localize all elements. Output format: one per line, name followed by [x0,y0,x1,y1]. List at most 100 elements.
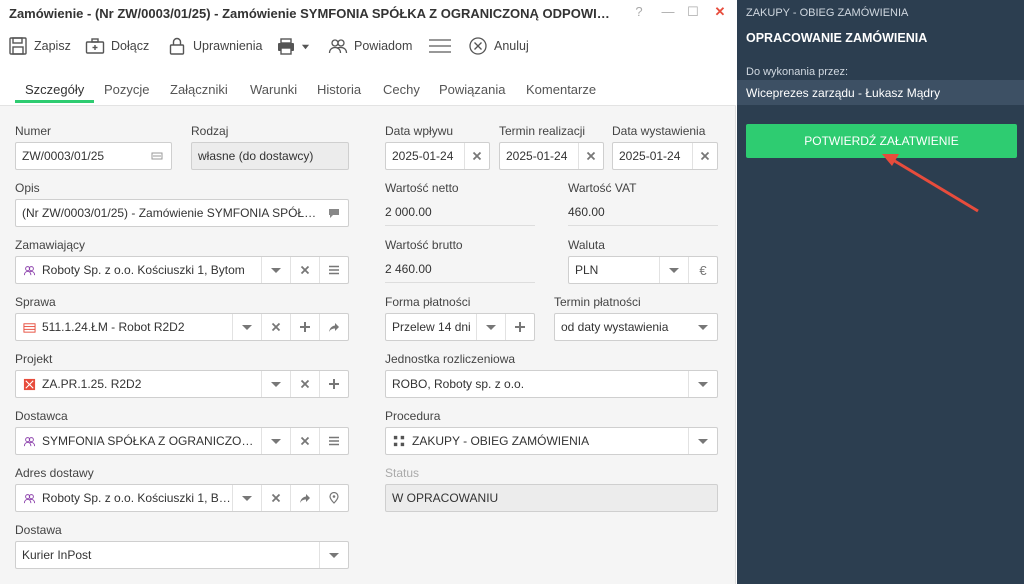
jednostka-value: ROBO, Roboty sp. z o.o. [392,377,525,391]
termin-platnosci-field[interactable]: od daty wystawienia [554,313,718,341]
chevron-down-icon[interactable] [688,314,717,340]
tab-cechy[interactable]: Cechy [383,82,420,97]
procedura-value: ZAKUPY - OBIEG ZAMÓWIENIA [412,434,590,448]
jednostka-label: Jednostka rozliczeniowa [385,352,516,366]
sprawa-field[interactable]: 511.1.24.ŁM - Robot R2D2 [15,313,349,341]
chevron-down-icon[interactable] [659,257,688,283]
users-icon [22,491,36,505]
rodzaj-field: własne (do dostawcy) [191,142,349,170]
opis-field[interactable]: (Nr ZW/0003/01/25) - Zamówienie SYMFONIA… [15,199,349,227]
share-icon[interactable] [319,314,348,340]
invite-button[interactable]: Powiadom [328,34,412,58]
projekt-field[interactable]: ZA.PR.1.25. R2D2 [15,370,349,398]
chevron-down-icon[interactable] [232,314,261,340]
chevron-down-icon[interactable] [232,485,261,511]
clear-icon[interactable] [261,485,290,511]
minimize-button[interactable]: — [660,4,676,20]
adres-field[interactable]: Roboty Sp. z o.o. Kościuszki 1, Byt... [15,484,349,512]
forma-label: Forma płatności [385,295,471,309]
chevron-down-icon[interactable] [688,371,717,397]
termin-platnosci-label: Termin płatności [554,295,641,309]
maximize-button[interactable]: ☐ [685,4,701,20]
cancel-circle-icon [469,37,487,55]
termin-realizacji-field[interactable]: 2025-01-24 [499,142,604,170]
clear-icon[interactable] [578,143,603,169]
close-button[interactable]: ✕ [712,4,728,20]
sprawa-label: Sprawa [15,295,56,309]
dostawa-label: Dostawa [15,523,62,537]
permissions-button[interactable]: Uprawnienia [167,34,262,58]
tab-powiazania[interactable]: Powiązania [439,82,506,97]
chevron-down-icon[interactable] [261,371,290,397]
permissions-label: Uprawnienia [193,39,263,53]
attach-button[interactable]: Dołącz [85,34,149,58]
workflow-icon [392,434,406,448]
data-wplywu-field[interactable]: 2025-01-24 [385,142,490,170]
zamawiajacy-field[interactable]: Roboty Sp. z o.o. Kościuszki 1, Bytom [15,256,349,284]
numer-value: ZW/0003/01/25 [22,149,105,163]
forma-value: Przelew 14 dni [392,320,471,334]
help-button[interactable]: ? [631,4,647,20]
zamawiajacy-value: Roboty Sp. z o.o. Kościuszki 1, Bytom [42,263,245,277]
clear-icon[interactable] [290,257,319,283]
tab-komentarze[interactable]: Komentarze [526,82,596,97]
list-icon[interactable] [319,428,348,454]
brutto-underline [385,282,535,283]
add-icon[interactable] [290,314,319,340]
jednostka-field[interactable]: ROBO, Roboty sp. z o.o. [385,370,718,398]
opis-label: Opis [15,181,40,195]
procedura-field[interactable]: ZAKUPY - OBIEG ZAMÓWIENIA [385,427,718,455]
zamawiajacy-label: Zamawiający [15,238,86,252]
location-pin-icon[interactable] [319,485,348,511]
dostawa-field[interactable]: Kurier InPost [15,541,349,569]
toolbar: Zapisz Dołącz Uprawnienia Powiadom Anulu… [0,26,736,66]
share-icon[interactable] [290,485,319,511]
procedura-label: Procedura [385,409,441,423]
netto-underline [385,225,535,226]
print-button[interactable] [275,34,310,58]
users-icon [328,39,348,54]
clear-icon[interactable] [261,314,290,340]
add-icon[interactable] [319,371,348,397]
assignee-label: Do wykonania przez: [746,66,849,78]
list-icon[interactable] [319,257,348,283]
projekt-label: Projekt [15,352,53,366]
menu-button[interactable] [428,34,452,58]
tab-historia[interactable]: Historia [317,82,361,97]
save-label: Zapisz [34,39,71,53]
chevron-down-icon[interactable] [476,314,505,340]
tab-szczegoly[interactable]: Szczegóły [25,82,84,97]
clear-icon[interactable] [290,428,319,454]
clear-icon[interactable] [692,143,717,169]
chevron-down-icon[interactable] [688,428,717,454]
confirm-button[interactable]: POTWIERDŹ ZAŁATWIENIE [746,124,1017,158]
tab-zalaczniki[interactable]: Załączniki [170,82,228,97]
termin-realizacji-label: Termin realizacji [499,124,586,138]
forma-field[interactable]: Przelew 14 dni [385,313,535,341]
clear-icon[interactable] [290,371,319,397]
cancel-button[interactable]: Anuluj [468,34,529,58]
users-icon [22,434,36,448]
clear-icon[interactable] [464,143,489,169]
add-icon[interactable] [505,314,534,340]
floppy-icon [9,37,27,55]
currency-euro-icon[interactable]: € [688,257,717,283]
waluta-field[interactable]: PLN € [568,256,718,284]
projekt-value: ZA.PR.1.25. R2D2 [42,377,142,391]
tab-warunki[interactable]: Warunki [250,82,297,97]
tab-bar: Szczegóły Pozycje Załączniki Warunki His… [0,66,736,106]
chevron-down-icon[interactable] [319,542,348,568]
window-title: Zamówienie - (Nr ZW/0003/01/25) - Zamówi… [9,6,614,21]
numer-field[interactable]: ZW/0003/01/25 [15,142,172,170]
chevron-down-icon[interactable] [261,257,290,283]
numbering-icon[interactable] [142,143,171,169]
termin-platnosci-value: od daty wystawienia [561,320,669,334]
comment-icon[interactable] [319,200,348,226]
workflow-panel: ZAKUPY - OBIEG ZAMÓWIENIA OPRACOWANIE ZA… [737,0,1024,584]
data-wystawienia-value: 2025-01-24 [619,149,681,163]
save-button[interactable]: Zapisz [8,34,71,58]
tab-pozycje[interactable]: Pozycje [104,82,150,97]
chevron-down-icon[interactable] [261,428,290,454]
dostawca-field[interactable]: SYMFONIA SPÓŁKA Z OGRANICZONĄ ... [15,427,349,455]
data-wystawienia-field[interactable]: 2025-01-24 [612,142,718,170]
